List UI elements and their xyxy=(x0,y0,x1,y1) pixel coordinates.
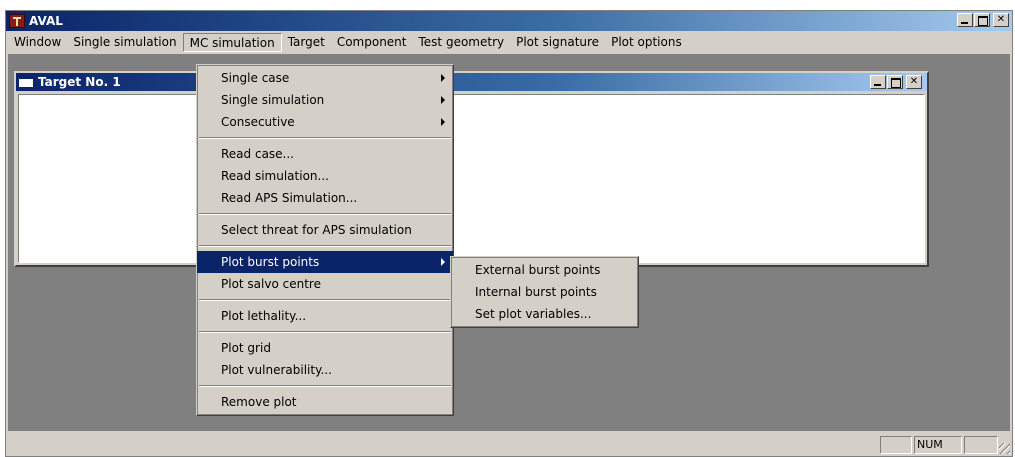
app-titlebar[interactable]: AVAL ✕ xyxy=(6,11,1012,31)
menuitem-label: Plot burst points xyxy=(221,255,320,269)
menuitem-plot-lethality[interactable]: Plot lethality... xyxy=(197,305,453,327)
window-icon[interactable] xyxy=(18,76,34,88)
menuitem-plot-vulnerability[interactable]: Plot vulnerability... xyxy=(197,359,453,381)
menu-component[interactable]: Component xyxy=(331,33,413,52)
menuitem-single-case[interactable]: Single case xyxy=(197,67,453,89)
status-pane-1 xyxy=(880,436,912,454)
menuitem-single-simulation[interactable]: Single simulation xyxy=(197,89,453,111)
burst-points-submenu: External burst points Internal burst poi… xyxy=(450,256,639,328)
menuitem-internal-burst-points[interactable]: Internal burst points xyxy=(451,281,638,303)
mdi-client-area[interactable]: Target No. 1 ✕ xyxy=(8,54,1010,431)
menuitem-read-aps-simulation[interactable]: Read APS Simulation... xyxy=(197,187,453,209)
child-window-title: Target No. 1 xyxy=(38,75,121,89)
child-close-button[interactable]: ✕ xyxy=(906,75,922,89)
menuitem-plot-grid[interactable]: Plot grid xyxy=(197,337,453,359)
menu-separator xyxy=(199,213,451,215)
menuitem-label: Consecutive xyxy=(221,115,295,129)
menu-window[interactable]: Window xyxy=(8,33,67,52)
menuitem-plot-burst-points[interactable]: Plot burst points xyxy=(197,251,453,273)
submenu-arrow-icon xyxy=(441,118,445,126)
resize-grip[interactable] xyxy=(999,443,1010,454)
menuitem-label: Single simulation xyxy=(221,93,325,107)
child-client-area[interactable] xyxy=(18,94,925,263)
child-maximize-button[interactable] xyxy=(887,75,903,89)
menu-separator xyxy=(199,299,451,301)
menu-target[interactable]: Target xyxy=(282,33,331,52)
menu-test-geometry[interactable]: Test geometry xyxy=(413,33,511,52)
submenu-arrow-icon xyxy=(441,96,445,104)
menu-separator xyxy=(199,385,451,387)
app-window: AVAL ✕ Window Single simulation MC simul… xyxy=(5,10,1013,457)
menu-mc-simulation[interactable]: MC simulation xyxy=(182,32,282,52)
menuitem-select-threat[interactable]: Select threat for APS simulation xyxy=(197,219,453,241)
submenu-arrow-icon xyxy=(441,74,445,82)
menu-plot-options[interactable]: Plot options xyxy=(605,33,688,52)
menuitem-consecutive[interactable]: Consecutive xyxy=(197,111,453,133)
app-logo-icon[interactable] xyxy=(9,14,25,28)
app-title: AVAL xyxy=(29,14,63,28)
menuitem-external-burst-points[interactable]: External burst points xyxy=(451,259,638,281)
menubar: Window Single simulation MC simulation T… xyxy=(6,31,1012,53)
close-button[interactable]: ✕ xyxy=(993,13,1009,27)
menuitem-read-case[interactable]: Read case... xyxy=(197,143,453,165)
child-minimize-button[interactable] xyxy=(870,75,886,89)
menuitem-remove-plot[interactable]: Remove plot xyxy=(197,391,453,413)
minimize-button[interactable] xyxy=(957,13,973,27)
maximize-button[interactable] xyxy=(974,13,990,27)
menu-separator xyxy=(199,331,451,333)
menu-separator xyxy=(199,137,451,139)
menuitem-plot-salvo-centre[interactable]: Plot salvo centre xyxy=(197,273,453,295)
status-num-indicator: NUM xyxy=(914,436,962,454)
status-pane-3 xyxy=(964,436,998,454)
menuitem-label: Single case xyxy=(221,71,290,85)
menu-single-simulation[interactable]: Single simulation xyxy=(67,33,182,52)
target-child-window: Target No. 1 ✕ xyxy=(14,71,929,267)
menuitem-set-plot-variables[interactable]: Set plot variables... xyxy=(451,303,638,325)
statusbar: NUM xyxy=(6,434,1012,456)
menu-separator xyxy=(199,245,451,247)
mc-simulation-menu: Single case Single simulation Consecutiv… xyxy=(196,64,454,416)
child-titlebar[interactable]: Target No. 1 xyxy=(16,73,927,91)
submenu-arrow-icon xyxy=(441,258,445,266)
menu-plot-signature[interactable]: Plot signature xyxy=(510,33,605,52)
menuitem-read-simulation[interactable]: Read simulation... xyxy=(197,165,453,187)
